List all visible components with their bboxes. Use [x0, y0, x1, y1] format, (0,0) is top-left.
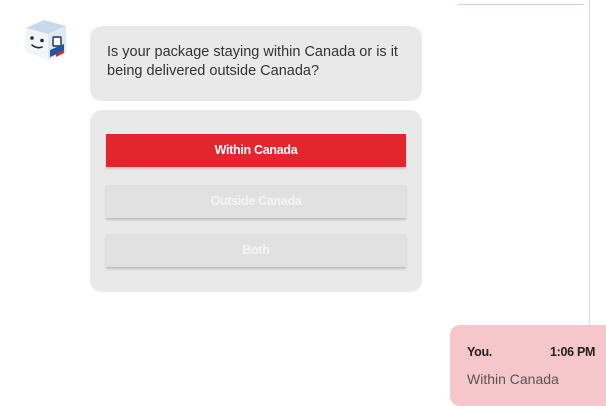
user-message-text: Within Canada	[467, 371, 559, 387]
sender-name: You.	[467, 345, 492, 359]
canada-post-mascot-icon	[26, 20, 66, 60]
bot-avatar	[20, 14, 76, 64]
quick-reply-card: Within Canada Outside Canada Both	[90, 110, 422, 292]
divider	[458, 0, 584, 5]
user-message-bubble: You. 1:06 PM Within Canada	[450, 325, 606, 406]
bot-message-bubble: Is your package staying within Canada or…	[90, 26, 422, 101]
outside-canada-button[interactable]: Outside Canada	[106, 185, 406, 218]
chat-window: Is your package staying within Canada or…	[0, 0, 606, 406]
within-canada-button[interactable]: Within Canada	[106, 134, 406, 167]
message-timestamp: 1:06 PM	[550, 345, 596, 359]
both-button[interactable]: Both	[106, 234, 406, 267]
bot-message-text: Is your package staying within Canada or…	[107, 44, 398, 79]
